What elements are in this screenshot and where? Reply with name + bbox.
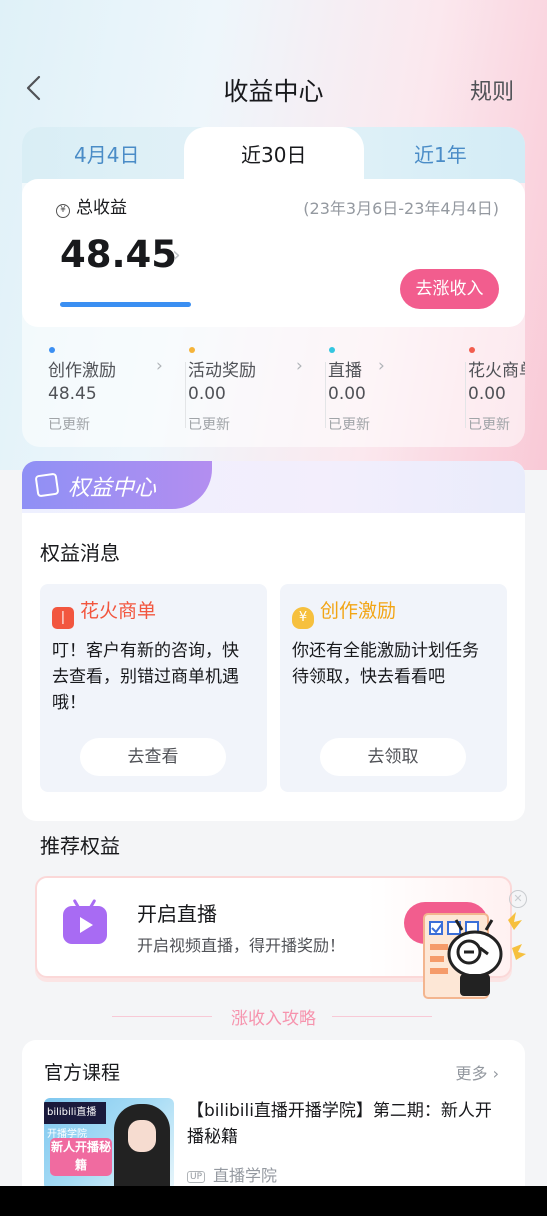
earnings-card: 4月4日 近30日 近1年 ¥ 总收益 (23年3月6日-23年4月4日) 48.… <box>22 127 525 447</box>
boost-income-button[interactable]: 去涨收入 <box>400 269 499 309</box>
spark-icon: ❘ <box>52 607 74 629</box>
category-dot <box>469 347 475 353</box>
tab-30-days[interactable]: 近30日 <box>241 139 306 168</box>
course-uploader[interactable]: UP 直播学院 <box>187 1162 277 1186</box>
income-strategy-divider: 涨收入攻略 <box>0 1004 547 1030</box>
date-range: (23年3月6日-23年4月4日) <box>303 199 499 218</box>
category-spark-orders[interactable]: 花火商单 0.00 已更新 <box>464 340 525 440</box>
course-thumbnail[interactable]: bilibili直播 开播学院 新人开播秘籍 <box>44 1098 174 1190</box>
yen-icon: ¥ <box>56 204 70 218</box>
chevron-right-icon: › <box>378 356 385 376</box>
message-card-title: ❘ 花火商单 <box>52 596 156 629</box>
rights-messages-title: 权益消息 <box>40 541 120 565</box>
rights-banner: 权益中心 <box>22 461 525 513</box>
tab-today[interactable]: 4月4日 <box>74 139 139 168</box>
rules-link[interactable]: 规则 <box>470 74 514 106</box>
selected-underline <box>60 302 191 307</box>
view-button[interactable]: 去查看 <box>80 738 226 776</box>
category-activity-reward[interactable]: 活动奖励 › 0.00 已更新 <box>184 340 326 440</box>
message-card-incentive[interactable]: ¥ 创作激励 你还有全能激励计划任务待领取，快去看看吧 去领取 <box>280 584 507 792</box>
income-strategy-label: 涨收入攻略 <box>231 1009 316 1029</box>
category-dot <box>189 347 195 353</box>
period-tabs: 4月4日 近30日 近1年 <box>22 127 525 187</box>
category-row: 创作激励 › 48.45 已更新 活动奖励 › 0.00 已更新 直播 › 0.… <box>22 340 525 440</box>
courses-title: 官方课程 <box>44 1062 121 1084</box>
up-badge: UP <box>187 1171 206 1183</box>
course-title[interactable]: 【bilibili直播开播学院】第二期：新人开播秘籍 <box>187 1098 507 1150</box>
money-bag-icon: ¥ <box>292 607 314 629</box>
category-creation-incentive[interactable]: 创作激励 › 48.45 已更新 <box>44 340 186 440</box>
system-nav-bar <box>0 1186 547 1216</box>
rights-center-card: 权益中心 权益消息 ❘ 花火商单 叮！客户有新的咨询，快去查看，别错过商单机遇哦！… <box>22 461 525 821</box>
chevron-right-icon: › <box>492 1064 499 1083</box>
total-earnings-label: ¥ 总收益 <box>56 193 127 218</box>
message-card-title: ¥ 创作激励 <box>292 596 396 629</box>
claim-button[interactable]: 去领取 <box>320 738 466 776</box>
official-courses-card: 官方课程 更多 › bilibili直播 开播学院 新人开播秘籍 【bilibi… <box>22 1040 525 1190</box>
header: 收益中心 规则 <box>0 60 547 116</box>
total-amount[interactable]: 48.45 <box>60 233 177 276</box>
category-dot <box>49 347 55 353</box>
page-title: 收益中心 <box>223 77 324 106</box>
category-dot <box>329 347 335 353</box>
tab-1-year[interactable]: 近1年 <box>414 139 467 168</box>
close-icon[interactable]: ✕ <box>509 890 527 908</box>
total-earnings-panel[interactable]: ¥ 总收益 (23年3月6日-23年4月4日) 48.45 › 去涨收入 <box>22 179 525 327</box>
mascot-icon[interactable] <box>420 908 530 1000</box>
rights-title: 权益中心 <box>68 476 157 501</box>
message-card-spark[interactable]: ❘ 花火商单 叮！客户有新的咨询，快去查看，别错过商单机遇哦！ 去查看 <box>40 584 267 792</box>
rights-tag: 权益中心 <box>22 461 212 509</box>
chevron-right-icon: › <box>156 356 163 376</box>
more-link[interactable]: 更多 › <box>455 1060 499 1084</box>
recommended-title: 推荐权益 <box>40 834 120 858</box>
tv-icon <box>63 898 107 944</box>
diamond-icon <box>34 472 60 498</box>
chevron-right-icon[interactable]: › <box>172 243 181 268</box>
category-live[interactable]: 直播 › 0.00 已更新 <box>324 340 466 440</box>
chevron-right-icon: › <box>296 356 303 376</box>
